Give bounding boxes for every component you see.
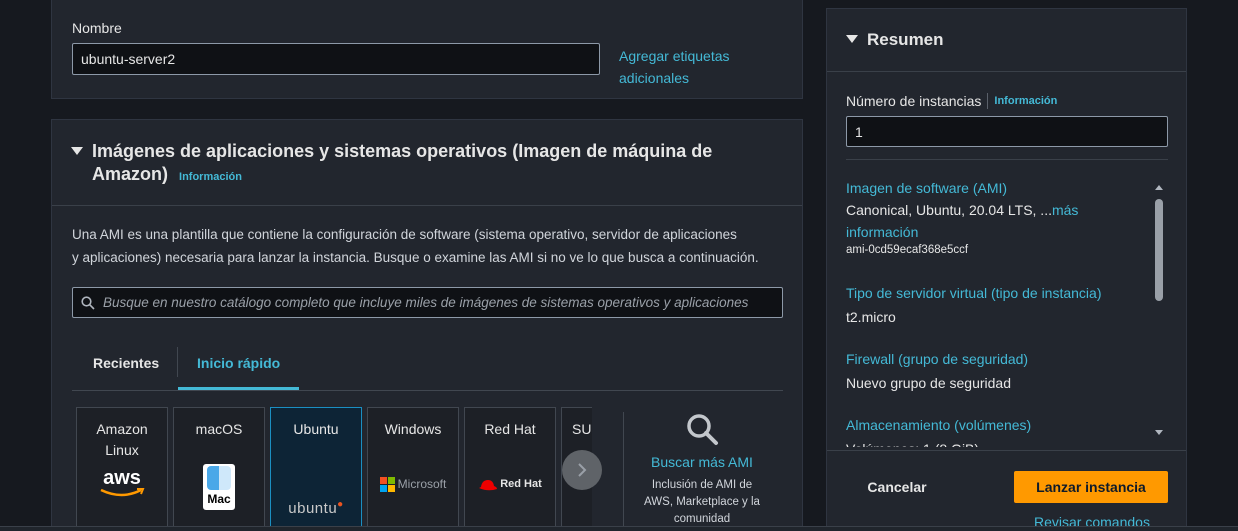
summary-firewall-value: Nuevo grupo de seguridad — [846, 375, 1012, 391]
summary-ami-id: ami-0cd59ecaf368e5ccf — [846, 244, 969, 256]
tab-inicio-rapido[interactable]: Inicio rápido — [197, 355, 280, 371]
summary-item-firewall: Firewall (grupo de seguridad) Nuevo grup… — [846, 347, 1028, 395]
search-icon — [81, 295, 95, 310]
add-tags-link[interactable]: Agregar etiquetas adicionales — [619, 45, 730, 89]
instances-info-link[interactable]: Información — [994, 95, 1057, 107]
scroll-thumb[interactable] — [1155, 199, 1163, 301]
ami-title: Imágenes de aplicaciones y sistemas oper… — [92, 140, 712, 189]
ubuntu-logo-icon: ubuntu● — [288, 499, 344, 517]
add-tags-link-line2: adicionales — [619, 70, 690, 86]
instances-label-row: Número de instancias Información — [846, 93, 1057, 109]
tab-separator — [177, 347, 178, 377]
summary-instance-type-value: t2.micro — [846, 309, 896, 325]
page-bottom-edge — [0, 526, 1238, 531]
summary-collapse-caret-icon[interactable] — [846, 35, 858, 43]
ami-header: Imágenes de aplicaciones y sistemas oper… — [52, 120, 802, 206]
ami-description-line2: y aplicaciones) necesaria para lanzar la… — [72, 250, 759, 265]
label-separator — [987, 93, 989, 109]
ami-description: Una AMI es una plantilla que contiene la… — [72, 223, 759, 269]
ami-tile-amazon-linux[interactable]: Amazon Linux aws — [76, 407, 168, 531]
tile-label: SUS — [572, 421, 592, 437]
summary-ami-more-link[interactable]: más — [1052, 202, 1078, 218]
cancel-button[interactable]: Cancelar — [847, 471, 947, 503]
instances-input[interactable]: 1 — [846, 116, 1168, 147]
summary-panel: Resumen Número de instancias Información… — [826, 8, 1187, 531]
name-panel: Nombre ubuntu-server2 Agregar etiquetas … — [51, 0, 803, 99]
ami-tile-ubuntu[interactable]: Ubuntu ubuntu● — [270, 407, 362, 531]
launch-instance-button[interactable]: Lanzar instancia — [1014, 471, 1168, 503]
scroll-up-arrow-icon[interactable] — [1155, 185, 1163, 190]
instances-label: Número de instancias — [846, 93, 982, 109]
summary-ami-label[interactable]: Imagen de software (AMI) — [846, 177, 1146, 199]
ami-tile-macos[interactable]: macOS Mac — [173, 407, 265, 531]
name-input-value: ubuntu-server2 — [81, 51, 176, 67]
browse-more-ami-link[interactable]: Buscar más AMI — [632, 454, 772, 470]
mac-logo-icon: Mac — [203, 464, 235, 510]
ami-search-placeholder: Busque en nuestro catálogo completo que … — [103, 295, 749, 310]
magnifier-icon — [687, 414, 718, 445]
aws-smile-icon — [100, 488, 145, 497]
ami-title-line1: Imágenes de aplicaciones y sistemas oper… — [92, 141, 713, 161]
carousel-next-button[interactable] — [562, 450, 602, 490]
aws-logo-icon: aws — [103, 467, 141, 489]
scroll-down-arrow-icon[interactable] — [1155, 430, 1163, 435]
tile-label: Windows — [384, 421, 442, 437]
tile-label: Amazon — [96, 421, 148, 437]
summary-footer-divider — [827, 450, 1186, 451]
tab-recientes[interactable]: Recientes — [93, 355, 159, 371]
tiles-divider — [623, 412, 624, 531]
browse-more-ami[interactable]: Buscar más AMI Inclusión de AMI de AWS, … — [632, 412, 772, 528]
tile-label: Linux — [105, 442, 139, 458]
ami-tile-windows[interactable]: Windows Microsoft — [367, 407, 459, 531]
ami-info-link[interactable]: Información — [179, 171, 242, 183]
summary-firewall-label[interactable]: Firewall (grupo de seguridad) — [846, 347, 1028, 371]
summary-title: Resumen — [867, 30, 944, 49]
ami-description-line1: Una AMI es una plantilla que contiene la… — [72, 227, 737, 242]
ami-title-line2: Amazon) — [92, 164, 168, 184]
ami-collapse-caret-icon[interactable] — [71, 147, 83, 155]
summary-item-instance-type: Tipo de servidor virtual (tipo de instan… — [846, 281, 1102, 329]
red-hat-logo-icon: Red Hat — [465, 474, 555, 495]
summary-scrollbar[interactable] — [1153, 181, 1165, 439]
browse-more-ami-desc: Inclusión de AMI de AWS, Marketplace y l… — [644, 479, 760, 525]
page-right-edge — [1226, 0, 1238, 531]
tile-label: macOS — [195, 421, 243, 437]
tile-label: Red Hat — [484, 421, 536, 437]
instances-input-value: 1 — [855, 123, 863, 140]
summary-item-storage: Almacenamiento (volúmenes) Volúmenes: 1 … — [846, 413, 1031, 447]
microsoft-logo-icon: Microsoft — [368, 474, 458, 495]
summary-ami-value: Canonical, Ubuntu, 20.04 LTS, ... — [846, 202, 1052, 218]
ami-tile-red-hat[interactable]: Red Hat Red Hat — [464, 407, 556, 531]
name-input[interactable]: ubuntu-server2 — [72, 43, 600, 75]
summary-instance-type-label[interactable]: Tipo de servidor virtual (tipo de instan… — [846, 281, 1102, 305]
summary-storage-value: Volúmenes: 1 (8 GiB) — [846, 437, 1031, 447]
add-tags-link-line1: Agregar etiquetas — [619, 48, 730, 64]
summary-ami-more-link-2[interactable]: información — [846, 221, 1146, 243]
active-tab-underline — [178, 387, 299, 390]
ami-tabs: Recientes Inicio rápido — [72, 347, 783, 391]
summary-header: Resumen — [827, 9, 1186, 72]
summary-storage-label[interactable]: Almacenamiento (volúmenes) — [846, 413, 1031, 437]
ami-search-input[interactable]: Busque en nuestro catálogo completo que … — [72, 287, 783, 318]
name-label: Nombre — [72, 20, 122, 36]
summary-divider — [846, 159, 1168, 160]
summary-scroll-area[interactable]: Imagen de software (AMI) Canonical, Ubun… — [846, 177, 1168, 447]
chevron-right-icon — [578, 463, 587, 477]
tile-label: Ubuntu — [293, 421, 339, 437]
summary-item-ami: Imagen de software (AMI) Canonical, Ubun… — [846, 177, 1146, 257]
